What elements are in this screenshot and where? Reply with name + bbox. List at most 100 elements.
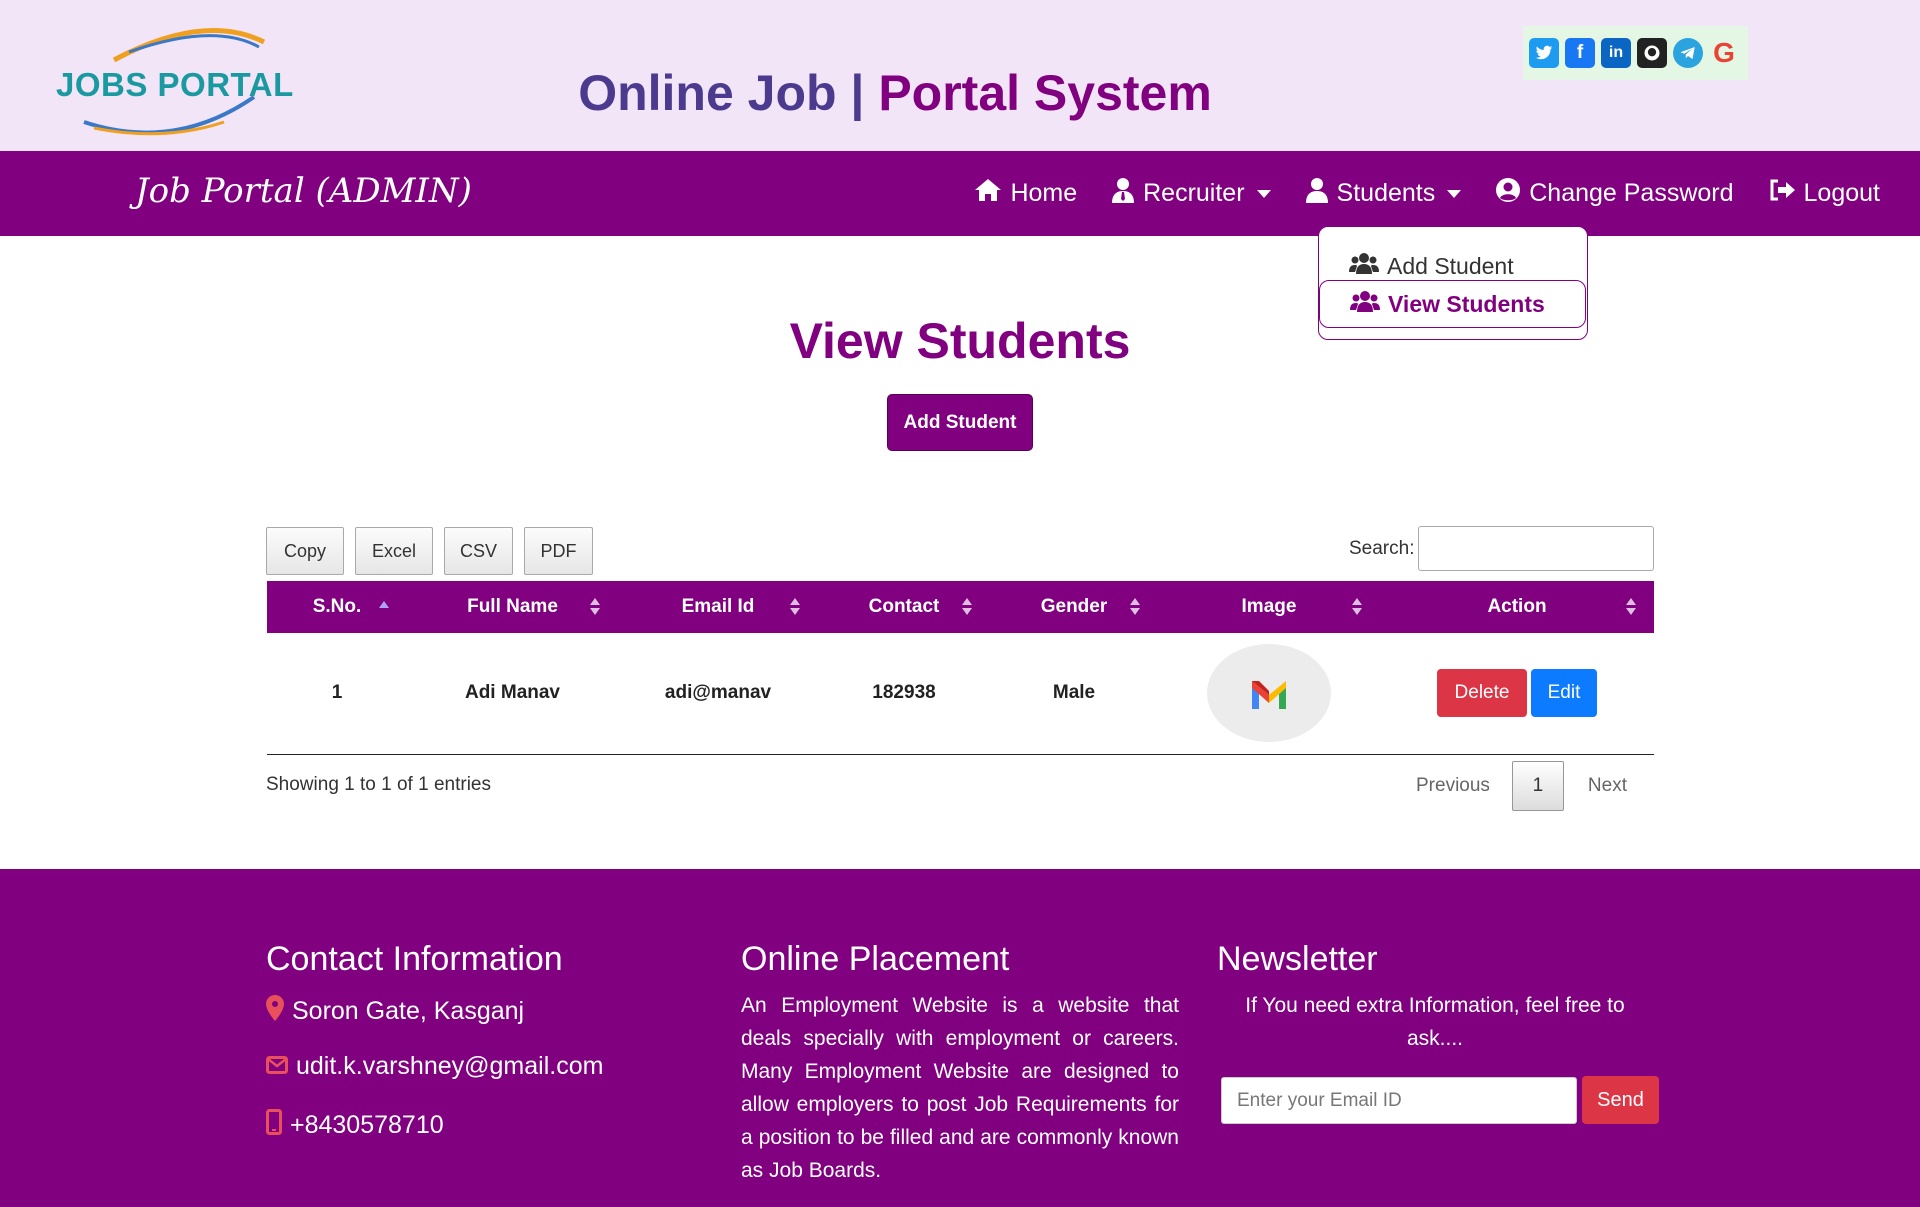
send-button[interactable]: Send [1582,1076,1659,1124]
main-navbar: Job Portal (ADMIN) Home Recruiter Studen… [0,151,1920,236]
user-tie-icon [1111,177,1135,210]
edit-button[interactable]: Edit [1531,669,1597,718]
nav-change-password-label: Change Password [1529,179,1734,207]
nav-recruiter[interactable]: Recruiter [1111,177,1271,210]
twitter-icon[interactable] [1529,38,1559,68]
pagination-previous[interactable]: Previous [1400,775,1512,797]
sort-icon [1626,598,1636,618]
cell-full-name: Adi Manav [464,682,561,704]
column-header-contact[interactable]: Contact [818,581,990,633]
copy-button[interactable]: Copy [266,527,344,575]
facebook-icon[interactable]: f [1565,38,1595,68]
github-icon[interactable] [1637,38,1667,68]
sort-icon [590,598,600,618]
csv-button[interactable]: CSV [444,527,513,575]
nav-students-label: Students [1336,179,1436,207]
column-label: S.No. [312,596,362,617]
sort-icon [790,598,800,618]
contact-heading: Contact Information [266,940,563,978]
site-title: Online Job | Portal System [0,64,1790,122]
newsletter-heading: Newsletter [1217,940,1378,978]
newsletter-text: If You need extra Information, feel free… [1245,994,1625,1050]
sort-icon [1130,598,1140,618]
cell-gender: Male [1052,682,1096,704]
cell-contact: 182938 [872,682,936,704]
cell-sno: 1 [331,682,343,704]
nav-students[interactable]: Students [1305,177,1462,210]
column-label: Image [1241,596,1297,617]
contact-email-text: udit.k.varshney@gmail.com [296,1052,604,1080]
column-header-full-name[interactable]: Full Name [407,581,618,633]
excel-button[interactable]: Excel [355,527,433,575]
social-links: f in G [1523,26,1748,80]
export-buttons: Copy Excel CSV PDF [266,527,593,575]
column-label: Gender [1040,596,1108,617]
cell-email: adi@manav [664,682,772,704]
column-label: Email Id [681,596,755,617]
placement-heading: Online Placement [741,940,1010,978]
cell-action: Delete Edit [1380,633,1654,754]
students-table: S.No. Full Name Email Id Contact Gender … [267,581,1654,755]
mobile-icon [266,1109,282,1142]
student-avatar [1207,644,1331,743]
nav-change-password[interactable]: Change Password [1495,177,1734,210]
column-header-email[interactable]: Email Id [618,581,818,633]
pagination-next[interactable]: Next [1564,775,1639,797]
table-row: 1 Adi Manav adi@manav 182938 Male Delete… [267,633,1654,754]
sign-out-icon [1768,178,1796,209]
map-marker-icon [266,995,284,1028]
pagination: Previous 1 Next [1400,761,1639,811]
telegram-icon[interactable] [1673,38,1703,68]
search-input[interactable] [1418,526,1655,571]
user-icon [1305,177,1329,210]
column-label: Action [1487,596,1547,617]
placement-text: An Employment Website is a website that … [741,994,1179,1182]
chevron-down-icon [1256,189,1271,198]
table-header-row: S.No. Full Name Email Id Contact Gender … [267,581,1654,633]
contact-email[interactable]: udit.k.varshney@gmail.com [266,1052,603,1081]
gmail-icon [1252,681,1286,710]
pdf-button[interactable]: PDF [524,527,593,575]
column-header-action[interactable]: Action [1380,581,1654,633]
column-header-gender[interactable]: Gender [990,581,1158,633]
chevron-down-icon [1447,189,1462,198]
pagination-page[interactable]: 1 [1511,761,1564,811]
cell-image [1158,633,1380,754]
nav-logout[interactable]: Logout [1768,178,1880,209]
column-label: Contact [868,596,940,617]
contact-phone-text: +8430578710 [290,1111,444,1139]
user-circle-icon [1495,177,1521,210]
sort-icon [962,598,972,618]
column-header-image[interactable]: Image [1158,581,1380,633]
users-icon [1349,252,1379,280]
sort-asc-icon [379,598,389,618]
table-search: Search: [1349,526,1655,571]
dropdown-add-student-label: Add Student [1387,252,1514,279]
nav-home-label: Home [1010,179,1078,207]
google-icon[interactable]: G [1709,37,1739,68]
top-banner: JOBS PORTAL Online Job | Portal System f… [0,0,1920,151]
site-title-part-1: Online Job | [578,65,865,121]
envelope-icon [266,1052,288,1081]
nav-recruiter-label: Recruiter [1143,179,1245,207]
newsletter-email-input[interactable]: Enter your Email ID [1221,1077,1577,1124]
contact-address: Soron Gate, Kasganj [266,995,524,1028]
site-footer: Contact Information Soron Gate, Kasganj … [0,869,1920,1207]
linkedin-icon[interactable]: in [1601,38,1631,68]
nav-logout-label: Logout [1803,179,1880,207]
nav-links: Home Recruiter Students Change Password [974,151,1880,236]
site-title-part-2: Portal System [878,65,1212,121]
add-student-button[interactable]: Add Student [887,394,1033,451]
delete-button[interactable]: Delete [1437,669,1527,718]
table-info: Showing 1 to 1 of 1 entries [266,774,491,795]
column-header-sno[interactable]: S.No. [267,581,407,633]
search-label: Search: [1349,537,1415,559]
contact-phone[interactable]: +8430578710 [266,1109,444,1142]
nav-home[interactable]: Home [974,178,1077,209]
page-title: View Students [789,313,1131,369]
home-icon [974,178,1002,209]
contact-address-text: Soron Gate, Kasganj [292,997,525,1025]
sort-icon [1352,598,1362,618]
column-label: Full Name [467,596,558,617]
navbar-brand[interactable]: Job Portal (ADMIN) [135,171,472,211]
